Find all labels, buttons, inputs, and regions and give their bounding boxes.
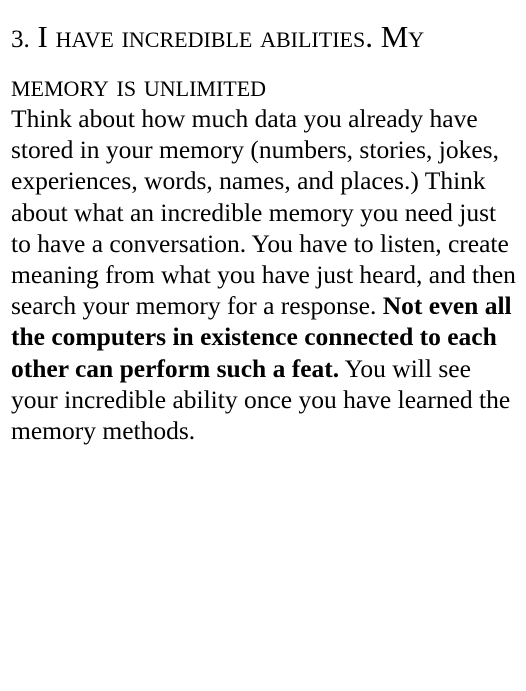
paragraph-text-part1: Think about how much data you already ha… — [11, 104, 516, 321]
section-heading: 3. I have incredible abilities. My memor… — [11, 14, 516, 109]
body-paragraph: Think about how much data you already ha… — [11, 103, 516, 446]
document-page: 3. I have incredible abilities. My memor… — [11, 14, 516, 446]
section-number: 3. — [11, 26, 30, 53]
section-title: I have incredible abilities. My memory i… — [11, 19, 425, 103]
